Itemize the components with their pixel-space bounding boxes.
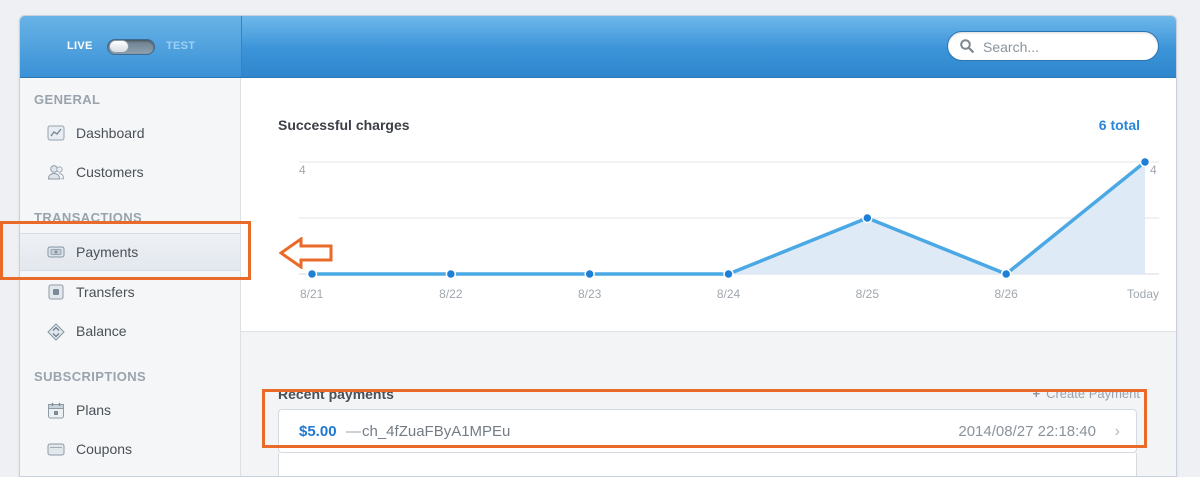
x-tick-label: 8/22 bbox=[439, 287, 463, 301]
payment-row-highlight-box bbox=[262, 389, 1147, 448]
x-tick-label: 8/23 bbox=[578, 287, 602, 301]
chart-data-point bbox=[1139, 156, 1151, 168]
x-tick-label: Today bbox=[1127, 287, 1159, 301]
chart-data-point bbox=[445, 268, 457, 280]
sidebar-item-label: Plans bbox=[76, 402, 112, 418]
test-mode-label[interactable]: TEST bbox=[166, 40, 195, 52]
section-title-subscriptions: SUBSCRIPTIONS bbox=[34, 369, 147, 384]
sidebar-item-customers[interactable]: Customers bbox=[20, 154, 240, 190]
transfers-icon bbox=[47, 284, 65, 300]
sidebar-item-label: Transfers bbox=[76, 284, 135, 300]
chart-data-point bbox=[584, 268, 595, 280]
live-test-toggle[interactable] bbox=[107, 39, 155, 55]
x-tick-label: 8/25 bbox=[856, 287, 880, 301]
y-tick-label-left: 4 bbox=[299, 163, 306, 177]
arrow-left-icon bbox=[279, 237, 333, 269]
sidebar-item-label: Dashboard bbox=[76, 125, 145, 141]
chart-data-point bbox=[306, 268, 318, 280]
chart-panel: Successful charges 6 total 4 4 8/21 8/22 8/2… bbox=[241, 78, 1176, 332]
search-input[interactable] bbox=[981, 36, 1155, 58]
calendar-icon bbox=[47, 402, 65, 419]
customers-icon bbox=[47, 164, 65, 180]
sidebar-item-label: Coupons bbox=[76, 441, 133, 457]
sidebar-item-balance[interactable]: Balance bbox=[20, 313, 240, 349]
x-tick-label: 8/26 bbox=[994, 287, 1018, 301]
top-bar: LIVE TEST bbox=[20, 16, 1176, 78]
x-tick-label: 8/24 bbox=[717, 287, 741, 301]
sidebar-item-coupons[interactable]: Coupons bbox=[20, 431, 240, 467]
coupons-icon bbox=[47, 441, 65, 457]
chart-data-point bbox=[862, 212, 873, 224]
y-tick-label-right: 4 bbox=[1150, 163, 1157, 177]
sidebar-item-label: Balance bbox=[76, 323, 127, 339]
search-box[interactable] bbox=[947, 31, 1159, 61]
balance-icon bbox=[47, 323, 65, 341]
search-icon bbox=[960, 39, 974, 58]
sidebar-item-plans[interactable]: Plans bbox=[20, 392, 240, 428]
chart-data-point bbox=[1000, 268, 1012, 280]
live-mode-label[interactable]: LIVE bbox=[67, 40, 93, 52]
sidebar-item-dashboard[interactable]: Dashboard bbox=[20, 115, 240, 151]
payment-row-next bbox=[278, 453, 1137, 476]
x-tick-label: 8/21 bbox=[300, 287, 324, 301]
successful-charges-chart: 4 4 8/21 8/22 8/23 8/24 8/25 8/26 Today bbox=[299, 156, 1159, 301]
section-title-general: GENERAL bbox=[34, 92, 101, 107]
mode-switch-area: LIVE TEST bbox=[20, 16, 242, 77]
sidebar-item-label: Customers bbox=[76, 164, 144, 180]
payments-highlight-box bbox=[0, 221, 251, 280]
toggle-knob[interactable] bbox=[109, 40, 129, 53]
chart-data-point bbox=[723, 268, 734, 280]
dashboard-icon bbox=[47, 125, 65, 141]
